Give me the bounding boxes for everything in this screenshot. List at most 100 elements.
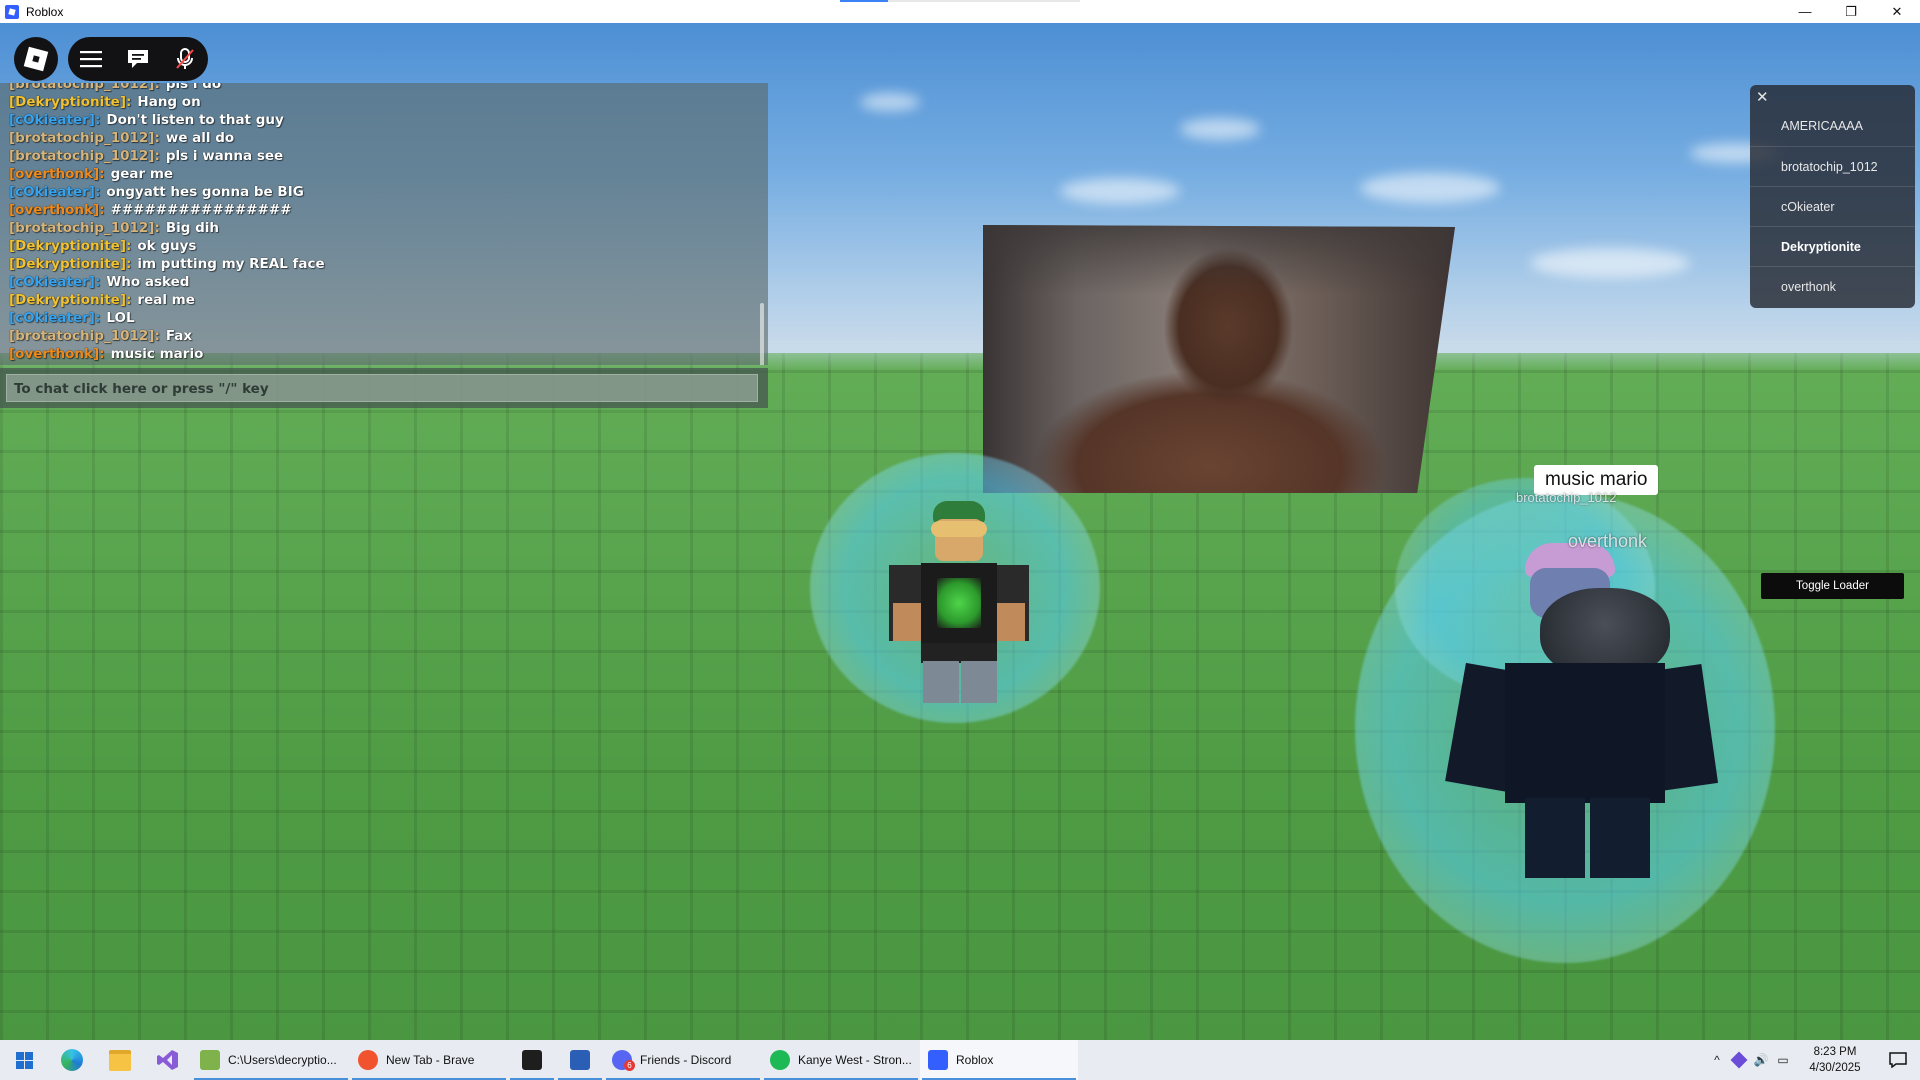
network-icon[interactable]: ▭ bbox=[1772, 1040, 1794, 1080]
chat-message-text: ongyatt hes gonna be BIG bbox=[106, 184, 304, 200]
chat-message-author[interactable]: [overthonk]: bbox=[9, 202, 105, 218]
chat-message-author[interactable]: [cOkieater]: bbox=[9, 310, 100, 326]
chat-message: [brotatochip_1012]: Big dih bbox=[9, 219, 749, 237]
player-list: ✕ AMERICAAAA brotatochip_1012 cOkieater Dek… bbox=[1750, 85, 1915, 308]
chat-message-author[interactable]: [cOkieater]: bbox=[9, 274, 100, 290]
taskbar-app-label: Kanye West - Stron... bbox=[798, 1053, 912, 1067]
chat-message-text: im putting my REAL face bbox=[137, 256, 325, 272]
taskbar-app-brave[interactable]: New Tab - Brave bbox=[350, 1040, 508, 1080]
chat-message-text: ################ bbox=[110, 202, 292, 218]
chat-message: [brotatochip_1012]: pls i wanna see bbox=[9, 147, 749, 165]
discord-badge: 6 bbox=[624, 1060, 635, 1071]
chat-message-list: [brotatochip_1012]: pls i do [Dekryptionit… bbox=[9, 83, 749, 363]
chat-message: [cOkieater]: Who asked bbox=[9, 273, 749, 291]
taskbar-clock[interactable]: 8:23 PM 4/30/2025 bbox=[1794, 1044, 1876, 1076]
edge-icon[interactable] bbox=[48, 1040, 96, 1080]
player-list-item[interactable]: brotatochip_1012 bbox=[1750, 146, 1915, 186]
taskbar-app-spotify[interactable]: Kanye West - Stron... bbox=[762, 1040, 920, 1080]
taskbar-app-label: New Tab - Brave bbox=[386, 1053, 475, 1067]
taskbar-app-notepad[interactable]: C:\Users\decryptio... bbox=[192, 1040, 350, 1080]
chat-message-author[interactable]: [overthonk]: bbox=[9, 166, 105, 182]
player-list-close-icon[interactable]: ✕ bbox=[1756, 88, 1769, 106]
brave-icon bbox=[358, 1050, 378, 1070]
chat-scrollbar[interactable] bbox=[760, 303, 764, 365]
player-list-item[interactable]: overthonk bbox=[1750, 266, 1915, 306]
system-tray: ^ 🔊 ▭ 8:23 PM 4/30/2025 bbox=[1706, 1040, 1920, 1080]
window-titlebar: Roblox — ❐ ✕ bbox=[0, 0, 1920, 23]
notepad-icon bbox=[200, 1050, 220, 1070]
chat-message-author[interactable]: [Dekryptionite]: bbox=[9, 238, 131, 254]
taskbar-app-label: Friends - Discord bbox=[640, 1053, 732, 1067]
player-list-item[interactable]: AMERICAAAA bbox=[1750, 106, 1915, 146]
chat-input[interactable]: To chat click here or press "/" key bbox=[6, 374, 758, 402]
chat-message-text: Big dih bbox=[165, 220, 220, 236]
chat-message-text: we all do bbox=[165, 130, 235, 146]
chat-icon[interactable] bbox=[123, 44, 153, 74]
speaker-icon[interactable]: 🔊 bbox=[1750, 1040, 1772, 1080]
player-list-item[interactable]: Dekryptionite bbox=[1750, 226, 1915, 266]
chat-message-author[interactable]: [brotatochip_1012]: bbox=[9, 148, 160, 164]
loading-progress bbox=[840, 0, 1080, 2]
chat-message-text: Hang on bbox=[137, 94, 201, 110]
chat-log[interactable]: [brotatochip_1012]: pls i do [Dekryptionit… bbox=[0, 83, 768, 365]
chat-message-author[interactable]: [brotatochip_1012]: bbox=[9, 130, 160, 146]
roblox-menu-button[interactable] bbox=[14, 37, 58, 81]
chat-message-text: music mario bbox=[110, 346, 204, 362]
windows-taskbar: C:\Users\decryptio... New Tab - Brave 6 Fri… bbox=[0, 1040, 1920, 1080]
chat-message-text: Who asked bbox=[106, 274, 190, 290]
chat-message-text: Don't listen to that guy bbox=[106, 112, 284, 128]
roblox-icon bbox=[928, 1050, 948, 1070]
taskbar-app-roblox[interactable]: Roblox bbox=[920, 1040, 1078, 1080]
roblox-logo-icon bbox=[23, 46, 49, 72]
minimize-button[interactable]: — bbox=[1782, 0, 1828, 23]
close-button[interactable]: ✕ bbox=[1874, 0, 1920, 23]
app-tray-icon[interactable] bbox=[1728, 1040, 1750, 1080]
avatar-overthonk[interactable] bbox=[1445, 533, 1725, 883]
chat-message: [Dekryptionite]: im putting my REAL face bbox=[9, 255, 749, 273]
terminal-icon bbox=[522, 1050, 542, 1070]
chat-message-author[interactable]: [brotatochip_1012]: bbox=[9, 83, 160, 92]
nametag-overthonk: overthonk bbox=[1568, 531, 1648, 551]
restore-button[interactable]: ❐ bbox=[1828, 0, 1874, 23]
chat-message-author[interactable]: [cOkieater]: bbox=[9, 184, 100, 200]
chat-message-author[interactable]: [brotatochip_1012]: bbox=[9, 220, 160, 236]
chat-message-author[interactable]: [Dekryptionite]: bbox=[9, 256, 131, 272]
chat-message-author[interactable]: [overthonk]: bbox=[9, 346, 105, 362]
player-list-item[interactable]: cOkieater bbox=[1750, 186, 1915, 226]
start-button[interactable] bbox=[0, 1040, 48, 1080]
chat-message: [Dekryptionite]: ok guys bbox=[9, 237, 749, 255]
chat-message: [cOkieater]: ongyatt hes gonna be BIG bbox=[9, 183, 749, 201]
world-decal-image bbox=[983, 225, 1455, 493]
visual-studio-icon[interactable] bbox=[144, 1040, 192, 1080]
chat-message-text: real me bbox=[137, 292, 195, 308]
chat-message-author[interactable]: [Dekryptionite]: bbox=[9, 292, 131, 308]
taskbar-app-label: Roblox bbox=[956, 1053, 994, 1067]
taskbar-app-discord[interactable]: 6 Friends - Discord bbox=[604, 1040, 762, 1080]
chat-message-text: pls i do bbox=[165, 83, 222, 92]
hamburger-menu-icon[interactable] bbox=[76, 44, 106, 74]
chat-message-text: pls i wanna see bbox=[165, 148, 284, 164]
topbar-controls bbox=[68, 37, 208, 81]
chevron-up-icon[interactable]: ^ bbox=[1706, 1040, 1728, 1080]
game-viewport[interactable]: music mario brotatochip_1012 overthonk [… bbox=[0, 23, 1920, 1040]
spotify-icon bbox=[770, 1050, 790, 1070]
notification-center-icon[interactable] bbox=[1876, 1040, 1920, 1080]
chat-message-author[interactable]: [cOkieater]: bbox=[9, 112, 100, 128]
clock-date: 4/30/2025 bbox=[1809, 1062, 1861, 1074]
chat-input-bar: To chat click here or press "/" key bbox=[0, 368, 768, 408]
taskbar-app-powershell[interactable] bbox=[556, 1040, 604, 1080]
chat-message-text: Fax bbox=[165, 328, 193, 344]
powershell-icon bbox=[570, 1050, 590, 1070]
chat-message-author[interactable]: [brotatochip_1012]: bbox=[9, 328, 160, 344]
chat-message-author[interactable]: [Dekryptionite]: bbox=[9, 94, 131, 110]
chat-message: [cOkieater]: Don't listen to that guy bbox=[9, 111, 749, 129]
toggle-loader-button[interactable]: Toggle Loader bbox=[1761, 573, 1904, 599]
file-explorer-icon[interactable] bbox=[96, 1040, 144, 1080]
chat-message: [brotatochip_1012]: Fax bbox=[9, 327, 749, 345]
taskbar-app-terminal[interactable] bbox=[508, 1040, 556, 1080]
chat-message: [brotatochip_1012]: pls i do bbox=[9, 83, 749, 93]
chat-message: [overthonk]: music mario bbox=[9, 345, 749, 363]
chat-message: [overthonk]: ################ bbox=[9, 201, 749, 219]
microphone-muted-icon[interactable] bbox=[170, 44, 200, 74]
avatar-dekryptionite[interactable] bbox=[885, 493, 1035, 708]
